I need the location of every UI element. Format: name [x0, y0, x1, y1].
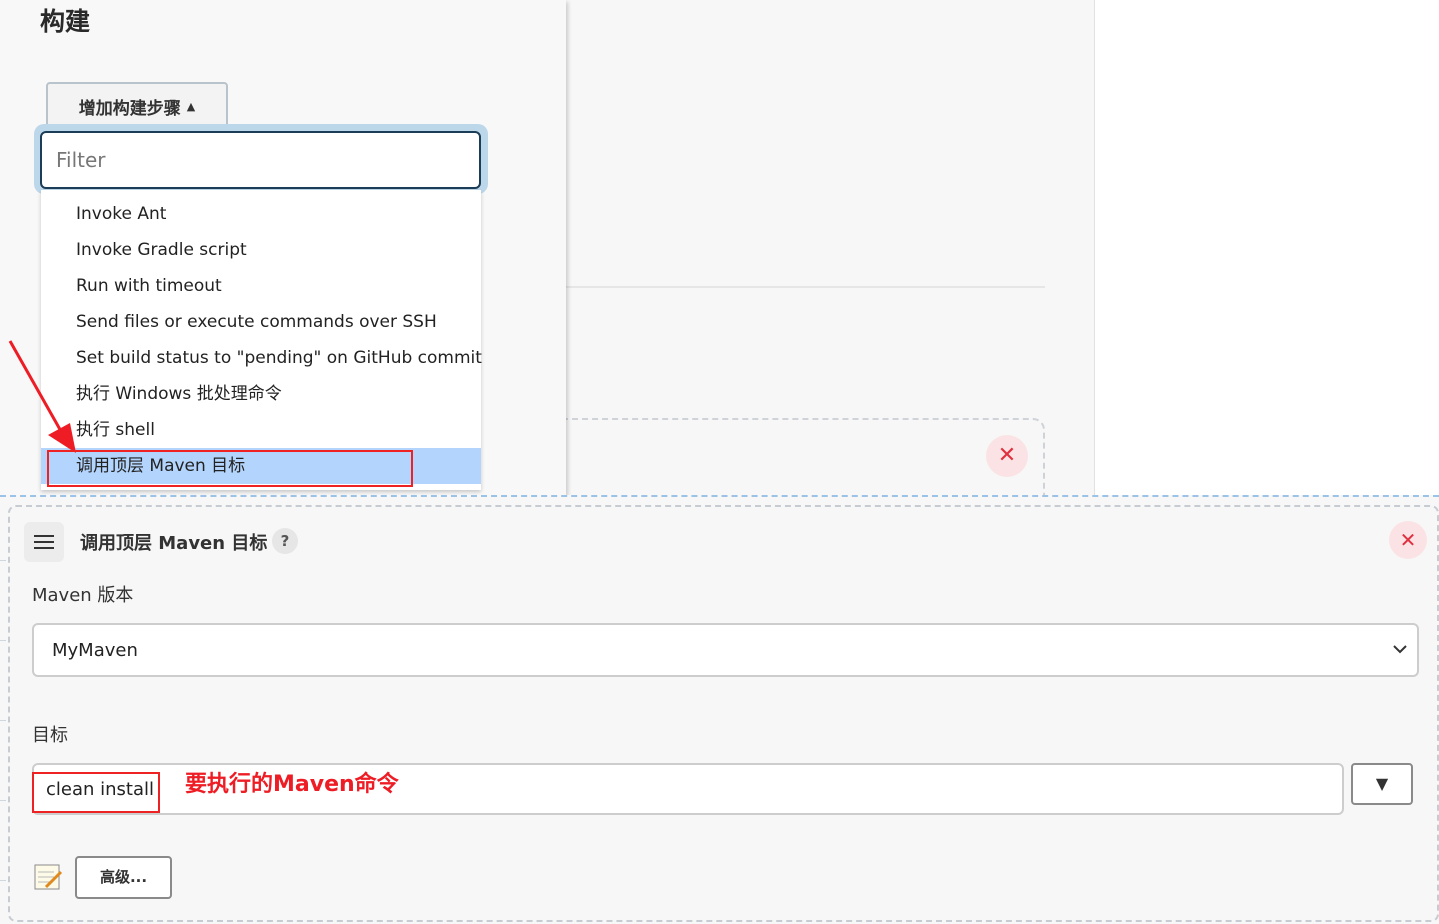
add-build-step-button[interactable]: 增加构建步骤 ▲ [46, 82, 228, 130]
help-icon[interactable]: ? [272, 528, 298, 554]
maven-version-select[interactable]: MyMaven [32, 623, 1419, 677]
section-title: 构建 [40, 7, 91, 36]
build-step-menu: Invoke Ant Invoke Gradle script Run with… [41, 190, 482, 490]
menu-item-run-with-timeout[interactable]: Run with timeout [41, 268, 481, 304]
drag-handle-icon[interactable] [24, 522, 64, 562]
expand-button[interactable]: ▼ [1351, 763, 1413, 805]
caret-up-icon: ▲ [186, 99, 196, 113]
annotation-highlight-box [32, 772, 160, 813]
ruler-mark [0, 560, 6, 561]
ruler-mark [0, 800, 6, 801]
menu-item-invoke-ant[interactable]: Invoke Ant [41, 196, 481, 232]
annotation-highlight-box [47, 450, 413, 487]
filter-input[interactable] [40, 131, 481, 189]
maven-version-value: MyMaven [52, 639, 138, 661]
close-icon[interactable]: ✕ [1389, 521, 1427, 559]
annotation-arrow-icon [8, 340, 76, 453]
menu-item-windows-batch[interactable]: 执行 Windows 批处理命令 [41, 376, 481, 412]
chevron-down-icon [1393, 639, 1407, 658]
ruler-mark [0, 720, 6, 721]
goals-label: 目标 [32, 725, 68, 746]
divider [565, 286, 1045, 288]
maven-version-label: Maven 版本 [32, 585, 134, 606]
menu-item-invoke-gradle[interactable]: Invoke Gradle script [41, 232, 481, 268]
add-build-step-label: 增加构建步骤 [78, 98, 181, 119]
step-title: 调用顶层 Maven 目标 [80, 533, 268, 554]
ruler-mark [0, 880, 6, 881]
ruler-mark [0, 640, 6, 641]
menu-item-ssh[interactable]: Send files or execute commands over SSH [41, 304, 481, 340]
advanced-button[interactable]: 高级... [75, 856, 172, 899]
annotation-text: 要执行的Maven命令 [185, 772, 399, 797]
menu-item-shell[interactable]: 执行 shell [41, 412, 481, 448]
background-close-icon[interactable]: ✕ [986, 435, 1028, 477]
maven-step-border [8, 505, 1439, 922]
divider [1094, 0, 1095, 505]
menu-item-github-status[interactable]: Set build status to "pending" on GitHub … [41, 340, 482, 376]
notepad-icon [34, 864, 63, 890]
